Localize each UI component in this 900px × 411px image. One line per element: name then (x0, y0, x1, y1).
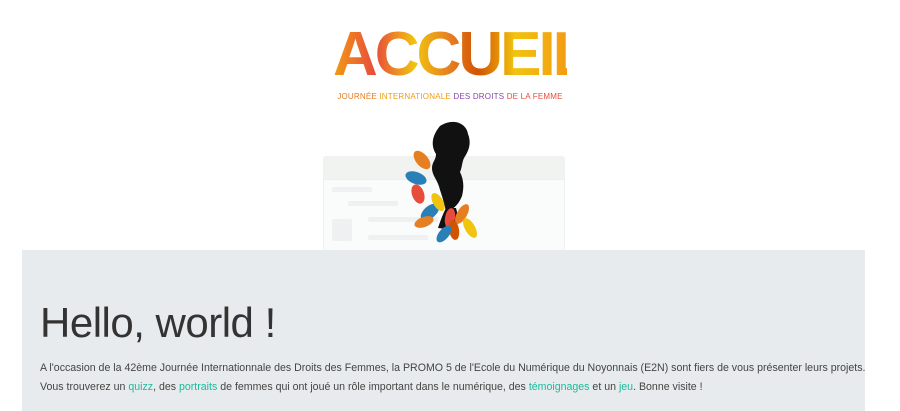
faded-line (332, 187, 372, 192)
intro-paragraph: A l'occasion de la 42ème Journée Interna… (40, 362, 866, 374)
subtitle-part-3: DES DROITS (453, 92, 507, 101)
text-fragment: Vous trouverez un (40, 381, 129, 393)
intro-links-paragraph: Vous trouverez un quizz, des portraits d… (40, 381, 703, 393)
faded-avatar (332, 219, 352, 241)
faded-line (348, 201, 398, 206)
site-logo-title: ACCUEIL (333, 20, 591, 89)
quizz-link[interactable]: quizz (128, 381, 153, 393)
text-fragment: de femmes qui ont joué un rôle important… (217, 381, 529, 393)
logo-subtitle: JOURNÉE INTERNATIONALE DES DROITS DE LA … (300, 92, 600, 101)
woman-silhouette-with-leaves-icon (405, 121, 477, 243)
subtitle-part-1: JOURNÉE (337, 92, 380, 101)
text-fragment: . Bonne visite ! (633, 381, 703, 393)
text-fragment: et un (589, 381, 619, 393)
temoignages-link[interactable]: témoignages (529, 381, 590, 393)
text-fragment: , des (153, 381, 179, 393)
subtitle-part-4: DE LA FEMME (506, 92, 563, 101)
page-title: Hello, world ! (40, 299, 276, 346)
portraits-link[interactable]: portraits (179, 381, 217, 393)
jeu-link[interactable]: jeu (619, 381, 633, 393)
subtitle-part-2: INTERNATIONALE (379, 92, 454, 101)
